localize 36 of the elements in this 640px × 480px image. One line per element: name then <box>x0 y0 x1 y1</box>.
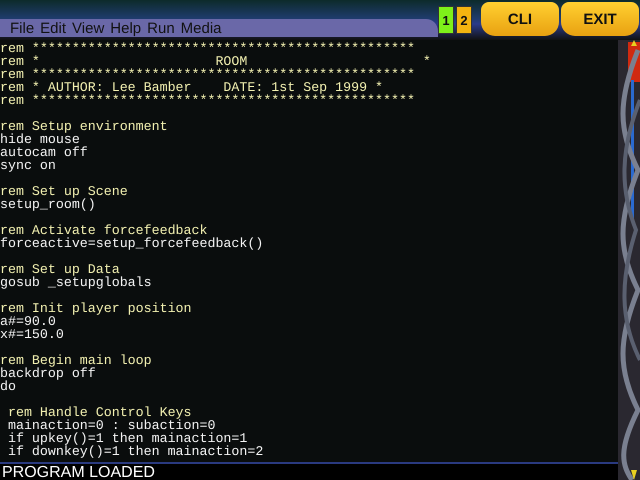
code-line: a#=90.0 <box>0 315 56 328</box>
code-line: setup_room() <box>0 198 96 211</box>
menu-item[interactable]: Run <box>147 20 175 36</box>
code-comment: rem Setup environment <box>0 120 168 133</box>
code-comment: rem * AUTHOR: Lee Bamber DATE: 1st Sep 1999 * <box>0 81 384 94</box>
code-comment: rem Set up Data <box>0 263 120 276</box>
code-line: hide mouse <box>0 133 80 146</box>
screen-tab[interactable]: 1 <box>438 6 454 34</box>
code-comment: rem * ROOM * <box>0 55 431 68</box>
status-text: PROGRAM LOADED <box>1 464 155 480</box>
menu-item[interactable]: File <box>10 20 34 36</box>
code-comment: rem ************************************************ <box>0 94 415 107</box>
toolbar-button[interactable]: CLI <box>481 2 559 36</box>
code-line: x#=150.0 <box>0 328 64 341</box>
toolbar-button[interactable]: EXIT <box>561 2 639 36</box>
code-line: autocam off <box>0 146 88 159</box>
code-line: if downkey()=1 then mainaction=2 <box>6 445 264 458</box>
code-line: mainaction=0 : subaction=0 <box>6 419 216 432</box>
menu-item[interactable]: View <box>72 20 104 36</box>
code-comment: rem Init player position <box>0 302 192 315</box>
code-comment: rem ************************************************ <box>0 42 415 55</box>
code-line: backdrop off <box>0 367 96 380</box>
screen-tab[interactable]: 2 <box>456 6 472 34</box>
menu-item[interactable]: Help <box>110 20 142 36</box>
code-line: do <box>0 380 16 393</box>
menu-item[interactable]: Edit <box>40 20 66 36</box>
code-comment: rem Set up Scene <box>0 185 128 198</box>
code-comment: rem ************************************************ <box>0 68 415 81</box>
code-line: sync on <box>0 159 56 172</box>
code-comment: rem Activate forcefeedback <box>0 224 208 237</box>
menu-item[interactable]: Media <box>180 20 222 36</box>
code-line: forceactive=setup_forcefeedback() <box>0 237 264 250</box>
code-comment: rem Begin main loop <box>0 354 152 367</box>
code-line: gosub _setupglobals <box>0 276 152 289</box>
code-comment: rem Handle Control Keys <box>6 406 192 419</box>
code-line: if upkey()=1 then mainaction=1 <box>6 432 248 445</box>
